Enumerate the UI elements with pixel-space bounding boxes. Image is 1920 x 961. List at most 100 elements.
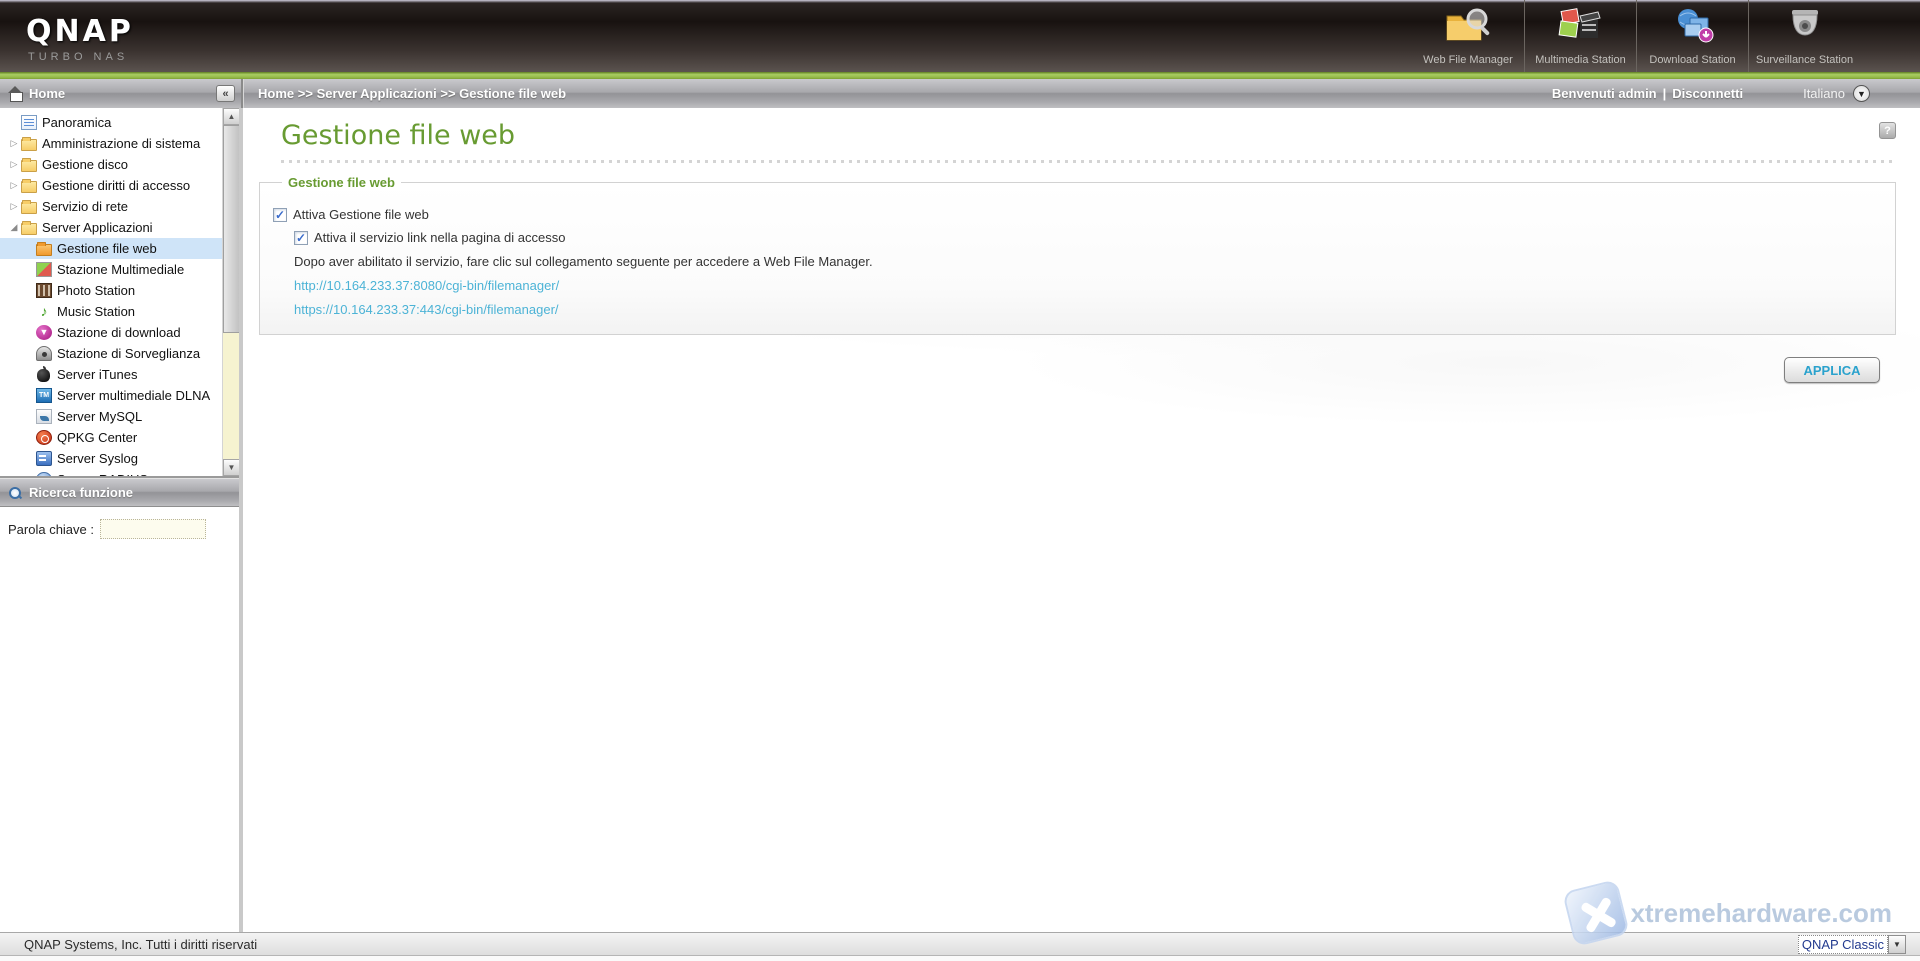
https-link[interactable]: https://10.164.233.37:443/cgi-bin/filema… xyxy=(294,297,1895,321)
sidebar-item-stazione-multimediale[interactable]: Stazione Multimediale xyxy=(0,259,222,280)
multimedia-icon xyxy=(36,262,52,277)
tree-scrollbar[interactable]: ▲ ▼ xyxy=(222,108,239,476)
qnap-logo: QNAP TURBO NAS xyxy=(0,0,134,72)
sidebar-item-server-applicazioni[interactable]: ◢ Server Applicazioni xyxy=(0,217,222,238)
dlna-icon: TM xyxy=(36,388,52,403)
tree-expander-collapsed-icon[interactable]: ▷ xyxy=(7,201,21,212)
sidebar-item-server-radius[interactable]: Server RADIUS xyxy=(0,469,222,478)
welcome-text: Benvenuti admin xyxy=(1552,86,1657,101)
launcher-surveillance-station[interactable]: Surveillance Station xyxy=(1748,0,1860,72)
function-search-body: Parola chiave : xyxy=(0,507,239,551)
multimedia-station-icon xyxy=(1554,6,1608,51)
sidebar-item-servizio-di-rete[interactable]: ▷ Servizio di rete xyxy=(0,196,222,217)
web-file-manager-icon xyxy=(1441,6,1495,51)
qnap-logo-text: QNAP xyxy=(26,14,134,49)
turbo-nas-subtitle: TURBO NAS xyxy=(26,51,134,63)
instruction-text: Dopo aver abilitato il servizio, fare cl… xyxy=(294,249,1895,273)
itunes-icon xyxy=(37,369,50,382)
breadcrumb-home[interactable]: Home xyxy=(258,86,294,101)
theme-select-value: QNAP Classic xyxy=(1798,935,1888,954)
launcher-multimedia-station[interactable]: Multimedia Station xyxy=(1524,0,1636,72)
sidebar-item-amministrazione-di-sistema[interactable]: ▷ Amministrazione di sistema xyxy=(0,133,222,154)
mysql-icon xyxy=(36,409,52,424)
launcher-label: Multimedia Station xyxy=(1535,54,1626,66)
web-file-manager-fieldset: Gestione file web ✓ Attiva Gestione file… xyxy=(259,182,1896,335)
sidebar-collapse-button[interactable]: « xyxy=(216,85,235,102)
radius-icon xyxy=(36,472,52,478)
overview-icon xyxy=(21,115,37,130)
main-content: Gestione file web ? Gestione file web ✓ … xyxy=(243,108,1920,932)
theme-dropdown-icon: ▼ xyxy=(1888,935,1906,954)
enable-web-file-manager-checkbox[interactable]: ✓ xyxy=(273,208,287,222)
separator-pipe: | xyxy=(1663,86,1667,101)
sidebar-item-stazione-di-download[interactable]: ▼ Stazione di download xyxy=(0,322,222,343)
language-dropdown-icon[interactable]: ▼ xyxy=(1853,85,1870,102)
sidebar-item-music-station[interactable]: ♪ Music Station xyxy=(0,301,222,322)
apply-button[interactable]: APPLICA xyxy=(1784,357,1880,383)
breadcrumb-current-page: Gestione file web xyxy=(459,86,566,101)
logout-link[interactable]: Disconnetti xyxy=(1672,86,1743,101)
sidebar-item-server-itunes[interactable]: Server iTunes xyxy=(0,364,222,385)
folder-icon xyxy=(21,139,37,151)
body-row: Panoramica ▷ Amministrazione di sistema … xyxy=(0,108,1920,932)
scrollbar-thumb[interactable] xyxy=(223,125,239,333)
help-icon[interactable]: ? xyxy=(1879,122,1896,139)
sidebar-header: Home « xyxy=(0,79,243,108)
photostation-icon xyxy=(36,283,52,298)
home-icon xyxy=(8,87,23,100)
title-separator xyxy=(281,160,1896,163)
sidebar-item-stazione-di-sorveglianza[interactable]: Stazione di Sorveglianza xyxy=(0,343,222,364)
copyright-text: QNAP Systems, Inc. Tutti i diritti riser… xyxy=(24,937,257,952)
launcher-label: Web File Manager xyxy=(1423,54,1513,66)
sidebar-item-server-multimediale-dlna[interactable]: TM Server multimediale DLNA xyxy=(0,385,222,406)
keyword-input[interactable] xyxy=(100,519,206,539)
surveillance-icon xyxy=(36,346,52,361)
enable-link-checkbox[interactable]: ✓ xyxy=(294,231,308,245)
tree-expander-collapsed-icon[interactable]: ▷ xyxy=(7,159,21,170)
top-bar: QNAP TURBO NAS Web File Manager Multimed… xyxy=(0,0,1920,72)
sidebar-item-gestione-diritti-di-accesso[interactable]: ▷ Gestione diritti di accesso xyxy=(0,175,222,196)
language-selector: Italiano ▼ xyxy=(1803,85,1870,102)
bottom-strip xyxy=(0,956,1920,961)
sidebar: Panoramica ▷ Amministrazione di sistema … xyxy=(0,108,243,932)
launcher-label: Surveillance Station xyxy=(1756,54,1853,66)
sidebar-item-qpkg-center[interactable]: QPKG Center xyxy=(0,427,222,448)
sidebar-item-panoramica[interactable]: Panoramica xyxy=(0,112,222,133)
launcher-web-file-manager[interactable]: Web File Manager xyxy=(1412,0,1524,72)
syslog-icon xyxy=(36,451,52,466)
fieldset-legend: Gestione file web xyxy=(282,175,401,190)
launcher-label: Download Station xyxy=(1649,54,1735,66)
enable-link-label: Attiva il servizio link nella pagina di … xyxy=(314,230,565,245)
http-link[interactable]: http://10.164.233.37:8080/cgi-bin/filema… xyxy=(294,273,1895,297)
qnap-admin-window: QNAP TURBO NAS Web File Manager Multimed… xyxy=(0,0,1920,961)
sidebar-item-server-syslog[interactable]: Server Syslog xyxy=(0,448,222,469)
language-label: Italiano xyxy=(1803,86,1845,101)
download-icon: ▼ xyxy=(36,325,52,340)
sidebar-item-gestione-disco[interactable]: ▷ Gestione disco xyxy=(0,154,222,175)
footer-bar: QNAP Systems, Inc. Tutti i diritti riser… xyxy=(0,932,1920,956)
tree-expander-collapsed-icon[interactable]: ▷ xyxy=(7,180,21,191)
breadcrumb-separator: >> xyxy=(440,86,459,101)
folder-icon xyxy=(21,181,37,193)
scroll-down-icon[interactable]: ▼ xyxy=(223,459,239,476)
folder-open-icon xyxy=(21,223,37,235)
navigation-tree-panel: Panoramica ▷ Amministrazione di sistema … xyxy=(0,108,239,478)
sidebar-tree: Panoramica ▷ Amministrazione di sistema … xyxy=(0,112,222,478)
header-row: Home « Home >> Server Applicazioni >> Ge… xyxy=(0,79,1920,108)
enable-web-file-manager-label: Attiva Gestione file web xyxy=(293,207,429,222)
sidebar-item-photo-station[interactable]: Photo Station xyxy=(0,280,222,301)
breadcrumb-server-applicazioni[interactable]: Server Applicazioni xyxy=(317,86,437,101)
folder-icon xyxy=(21,160,37,172)
music-icon: ♪ xyxy=(36,304,52,319)
launcher-download-station[interactable]: Download Station xyxy=(1636,0,1748,72)
sidebar-item-server-mysql[interactable]: Server MySQL xyxy=(0,406,222,427)
tree-expander-collapsed-icon[interactable]: ▷ xyxy=(7,138,21,149)
theme-select[interactable]: QNAP Classic ▼ xyxy=(1798,935,1906,954)
function-search-title: Ricerca funzione xyxy=(29,485,133,500)
tree-expander-expanded-icon[interactable]: ◢ xyxy=(7,222,21,233)
breadcrumb-separator: >> xyxy=(298,86,317,101)
sidebar-item-gestione-file-web[interactable]: Gestione file web xyxy=(0,238,222,259)
sidebar-filler xyxy=(0,551,239,932)
folder-orange-icon xyxy=(36,244,52,256)
scroll-up-icon[interactable]: ▲ xyxy=(223,108,239,125)
